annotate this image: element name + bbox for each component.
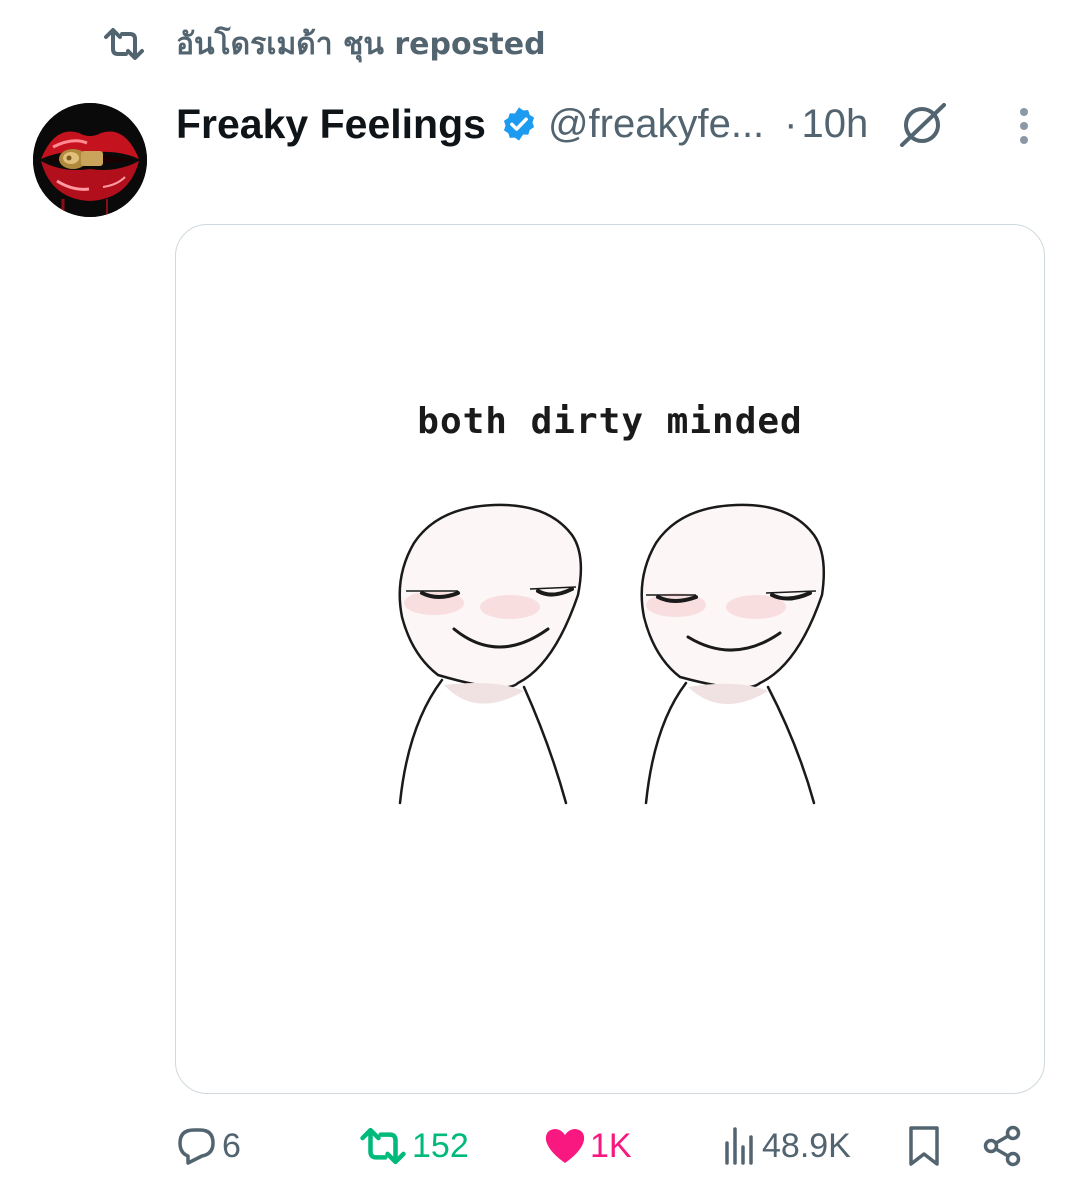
- repost-context-text: อันโดรเมด้า ชุน reposted: [176, 26, 546, 62]
- post-header: Freaky Feelings @freakyfe... · 10h: [176, 96, 956, 152]
- more-options-icon[interactable]: [1005, 106, 1043, 146]
- share-icon: [982, 1125, 1024, 1167]
- reply-icon: [176, 1126, 218, 1166]
- like-button[interactable]: 1K: [544, 1120, 632, 1172]
- repost-icon: [358, 1126, 408, 1166]
- author-name[interactable]: Freaky Feelings: [176, 101, 486, 148]
- avatar[interactable]: [33, 103, 147, 217]
- bookmark-icon: [906, 1125, 942, 1167]
- views-button[interactable]: 48.9K: [722, 1120, 851, 1172]
- heart-icon: [544, 1127, 586, 1165]
- author-handle[interactable]: @freakyfe...: [548, 102, 764, 147]
- grok-icon[interactable]: [898, 101, 947, 147]
- bookmark-button[interactable]: [906, 1120, 942, 1172]
- repost-count: 152: [412, 1126, 469, 1165]
- meme-illustration: [398, 503, 825, 805]
- post-time[interactable]: 10h: [802, 102, 869, 147]
- reply-button[interactable]: 6: [176, 1120, 241, 1172]
- repost-button[interactable]: 152: [358, 1120, 469, 1172]
- separator-dot: ·: [784, 101, 798, 146]
- left-character: [398, 503, 583, 805]
- post-media-image[interactable]: both dirty minded: [175, 224, 1045, 1094]
- right-character: [640, 503, 825, 805]
- views-count: 48.9K: [762, 1126, 851, 1165]
- like-count: 1K: [590, 1126, 632, 1165]
- verified-badge-icon[interactable]: [500, 105, 538, 143]
- views-icon: [722, 1127, 758, 1165]
- share-button[interactable]: [982, 1120, 1024, 1172]
- reply-count: 6: [222, 1126, 241, 1165]
- repost-icon: [102, 27, 146, 61]
- repost-context[interactable]: อันโดรเมด้า ชุน reposted: [102, 22, 546, 66]
